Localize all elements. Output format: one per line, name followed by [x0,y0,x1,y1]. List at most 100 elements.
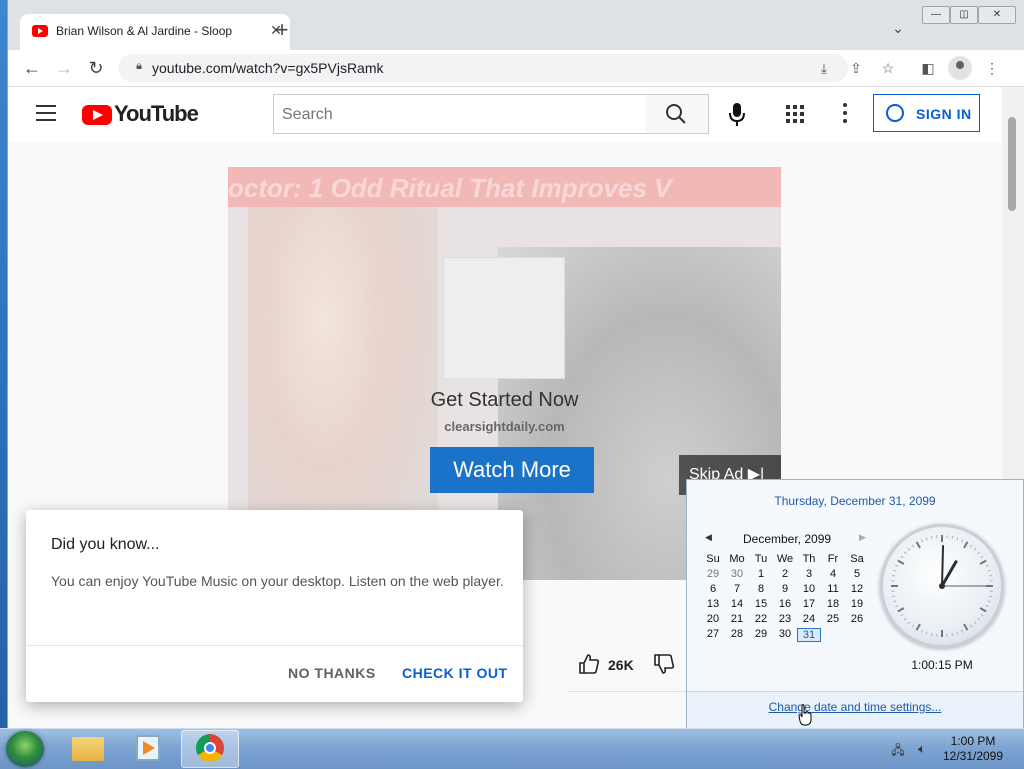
clock-tick [912,545,914,547]
hand-cursor-icon [798,704,812,726]
calendar-day[interactable]: 9 [773,583,797,595]
share-icon[interactable]: ⇪ [846,58,866,78]
restore-button[interactable]: ◫ [950,6,978,24]
more-options-icon[interactable] [840,103,850,125]
scrollbar-thumb[interactable] [1008,117,1016,211]
calendar-day[interactable]: 10 [797,583,821,595]
calendar-weekday-row: SuMoTuWeThFrSa [701,553,871,568]
calendar-weekday: Tu [749,553,773,565]
clock-minute-hand [942,546,943,586]
calendar-day[interactable]: 3 [797,568,821,580]
calendar-day[interactable]: 11 [821,583,845,595]
clock-tick [931,536,932,539]
calendar-day[interactable]: 30 [725,568,749,580]
lock-icon[interactable]: 🔒︎ [132,60,146,74]
install-app-icon[interactable]: ⤓ [814,58,834,78]
new-tab-button[interactable]: + [270,18,294,42]
clock-tick [892,596,895,597]
volume-icon[interactable]: 🔈︎ [914,741,930,757]
clock-tick [974,548,976,550]
youtube-logo-text[interactable]: YouTube [114,101,198,127]
dialog-title: Did you know... [51,536,160,554]
calendar-weekday: Su [701,553,725,565]
ad-watch-more-button[interactable]: Watch More [430,447,594,493]
media-player-icon[interactable] [136,735,160,761]
calendar-day[interactable]: 26 [845,613,869,625]
calendar-day[interactable]: 8 [749,583,773,595]
clock-tick [931,633,932,636]
change-date-time-settings-link[interactable]: Change date and time settings... [687,700,1023,714]
full-date-link[interactable]: Thursday, December 31, 2099 [687,494,1023,508]
calendar-day[interactable]: 25 [821,613,845,625]
calendar-day[interactable]: 24 [797,613,821,625]
calendar-day[interactable]: 23 [773,613,797,625]
chrome-icon[interactable] [196,734,224,762]
hamburger-menu-icon[interactable] [36,105,56,121]
clock-tick [957,632,958,635]
no-thanks-button[interactable]: NO THANKS [288,665,376,681]
calendar-week-row: 13141516171819 [701,598,871,613]
calendar-day[interactable]: 4 [821,568,845,580]
clock-tick [989,575,992,576]
calendar-day[interactable]: 14 [725,598,749,610]
check-it-out-button[interactable]: CHECK IT OUT [402,665,508,681]
calendar-day[interactable]: 1 [749,568,773,580]
tab-title: Brian Wilson & Al Jardine - Sloop [56,24,252,38]
calendar-day[interactable]: 7 [725,583,749,595]
sign-in-button[interactable]: SIGN IN [873,94,980,132]
bookmark-star-icon[interactable]: ☆ [878,58,898,78]
calendar-day[interactable]: 13 [701,598,725,610]
close-window-button[interactable]: ✕ [978,6,1016,24]
calendar-day[interactable]: 28 [725,628,749,640]
clock-tick [962,630,963,633]
browser-toolbar: ← → ↻ 🔒︎ youtube.com/watch?v=gx5PVjsRamk… [8,50,1024,87]
previous-month-icon[interactable]: ◀ [705,532,713,543]
network-icon[interactable]: 🖧 [890,741,906,757]
minimize-button[interactable]: — [922,6,950,24]
reload-icon[interactable]: ↻ [84,56,108,80]
file-explorer-icon[interactable] [72,737,104,761]
start-button-icon[interactable] [6,731,44,767]
calendar-day[interactable]: 2 [773,568,797,580]
chrome-menu-icon[interactable]: ⋮ [982,58,1002,78]
calendar-day[interactable]: 15 [749,598,773,610]
calendar-day[interactable]: 29 [701,568,725,580]
clock-tick [952,536,953,539]
did-you-know-dialog: Did you know... You can enjoy YouTube Mu… [26,510,523,702]
calendar-day[interactable]: 27 [701,628,725,640]
clock-tick [917,542,921,548]
calendar-day[interactable]: 22 [749,613,773,625]
youtube-logo-icon[interactable] [82,105,112,125]
next-month-icon[interactable]: ▶ [859,532,867,543]
profile-avatar-icon[interactable] [948,56,972,80]
apps-grid-icon[interactable] [786,105,806,125]
forward-arrow-icon[interactable]: → [52,56,76,80]
microphone-icon[interactable] [726,101,748,127]
taskbar-clock[interactable]: 1:00 PM 12/31/2099 [938,734,1008,764]
calendar-day[interactable]: 12 [845,583,869,595]
calendar-day[interactable]: 18 [821,598,845,610]
back-arrow-icon[interactable]: ← [20,56,44,80]
address-bar[interactable]: 🔒︎ youtube.com/watch?v=gx5PVjsRamk [118,54,848,82]
calendar-day[interactable]: 5 [845,568,869,580]
calendar-month-label[interactable]: December, 2099 [743,532,831,546]
calendar-day[interactable]: 16 [773,598,797,610]
active-tab[interactable]: Brian Wilson & Al Jardine - Sloop ✕ [20,14,290,50]
calendar-day[interactable]: 21 [725,613,749,625]
search-button[interactable] [645,94,709,134]
calendar-day[interactable]: 17 [797,598,821,610]
thumbs-down-icon[interactable] [653,653,675,675]
calendar-day[interactable]: 29 [749,628,773,640]
dialog-divider [26,645,523,646]
side-panel-icon[interactable]: ◧ [918,58,938,78]
thumbs-up-icon[interactable] [578,653,600,675]
calendar-day[interactable]: 20 [701,613,725,625]
calendar-day[interactable]: 31 [797,628,821,642]
search-input[interactable] [280,103,644,127]
calendar-weekday: Th [797,553,821,565]
tab-search-chevron-icon[interactable]: ⌄ [888,20,908,40]
clock-tick [892,575,895,576]
calendar-day[interactable]: 19 [845,598,869,610]
calendar-day[interactable]: 30 [773,628,797,640]
calendar-day[interactable]: 6 [701,583,725,595]
